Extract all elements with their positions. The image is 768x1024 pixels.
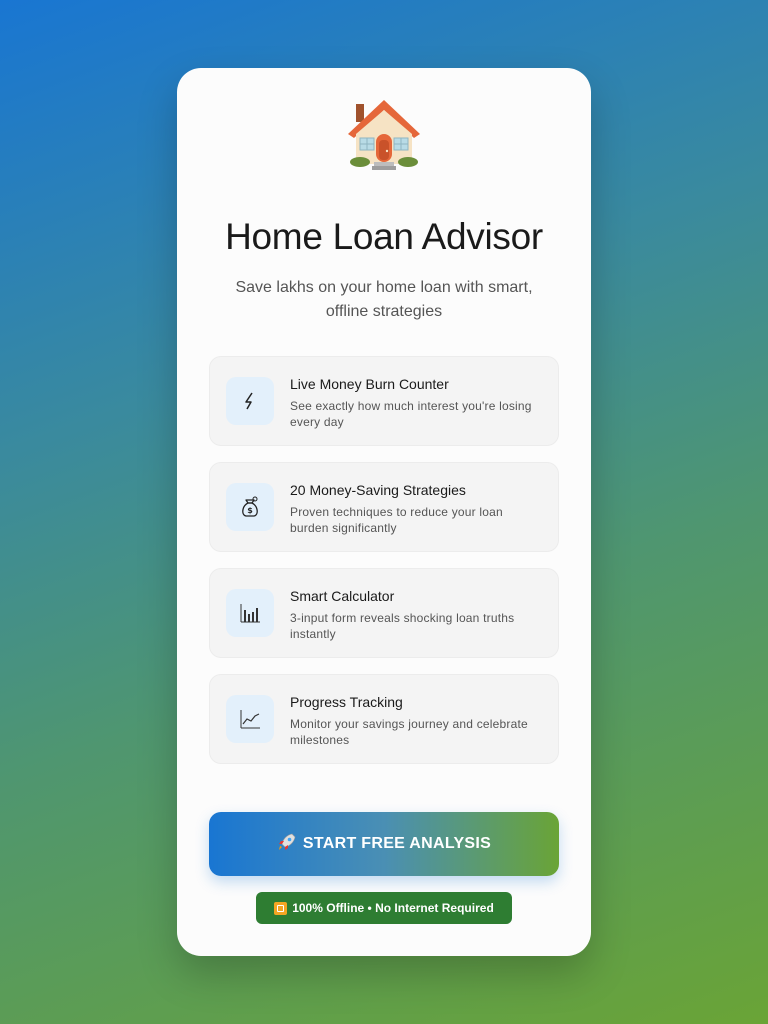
- feature-description: See exactly how much interest you're los…: [290, 399, 532, 429]
- page-subtitle: Save lakhs on your home loan with smart,…: [235, 279, 533, 320]
- feature-list: Live Money Burn Counter See exactly how …: [209, 356, 559, 780]
- feature-card-calculator: Smart Calculator 3-input form reveals sh…: [209, 568, 559, 658]
- start-analysis-button[interactable]: START FREE ANALYSIS: [209, 812, 559, 876]
- bar-chart-icon: [226, 589, 274, 637]
- feature-title: Smart Calculator: [290, 588, 395, 604]
- feature-card-money-burn: Live Money Burn Counter See exactly how …: [209, 356, 559, 446]
- start-analysis-label: START FREE ANALYSIS: [302, 835, 492, 852]
- money-bag-icon: $: [226, 483, 274, 531]
- offline-badge-label: 100% Offline • No Internet Required: [292, 901, 494, 915]
- welcome-card: Home Loan Advisor Save lakhs on your hom…: [177, 68, 591, 956]
- feature-description: Monitor your savings journey and celebra…: [290, 717, 528, 747]
- lightning-icon: [226, 377, 274, 425]
- feature-description: 3-input form reveals shocking loan truth…: [290, 611, 515, 641]
- house-icon: [344, 98, 424, 178]
- offline-badge: 100% Offline • No Internet Required: [256, 892, 512, 924]
- feature-title: Live Money Burn Counter: [290, 376, 449, 392]
- offline-icon: [274, 901, 288, 915]
- rocket-icon: [277, 832, 297, 857]
- feature-card-strategies: $ 20 Money-Saving Strategies Proven tech…: [209, 462, 559, 552]
- feature-card-progress: Progress Tracking Monitor your savings j…: [209, 674, 559, 764]
- page-title: Home Loan Advisor: [225, 216, 543, 257]
- line-chart-icon: [226, 695, 274, 743]
- svg-text:$: $: [247, 506, 253, 515]
- feature-title: 20 Money-Saving Strategies: [290, 482, 466, 498]
- feature-description: Proven techniques to reduce your loan bu…: [290, 505, 503, 535]
- feature-title: Progress Tracking: [290, 694, 403, 710]
